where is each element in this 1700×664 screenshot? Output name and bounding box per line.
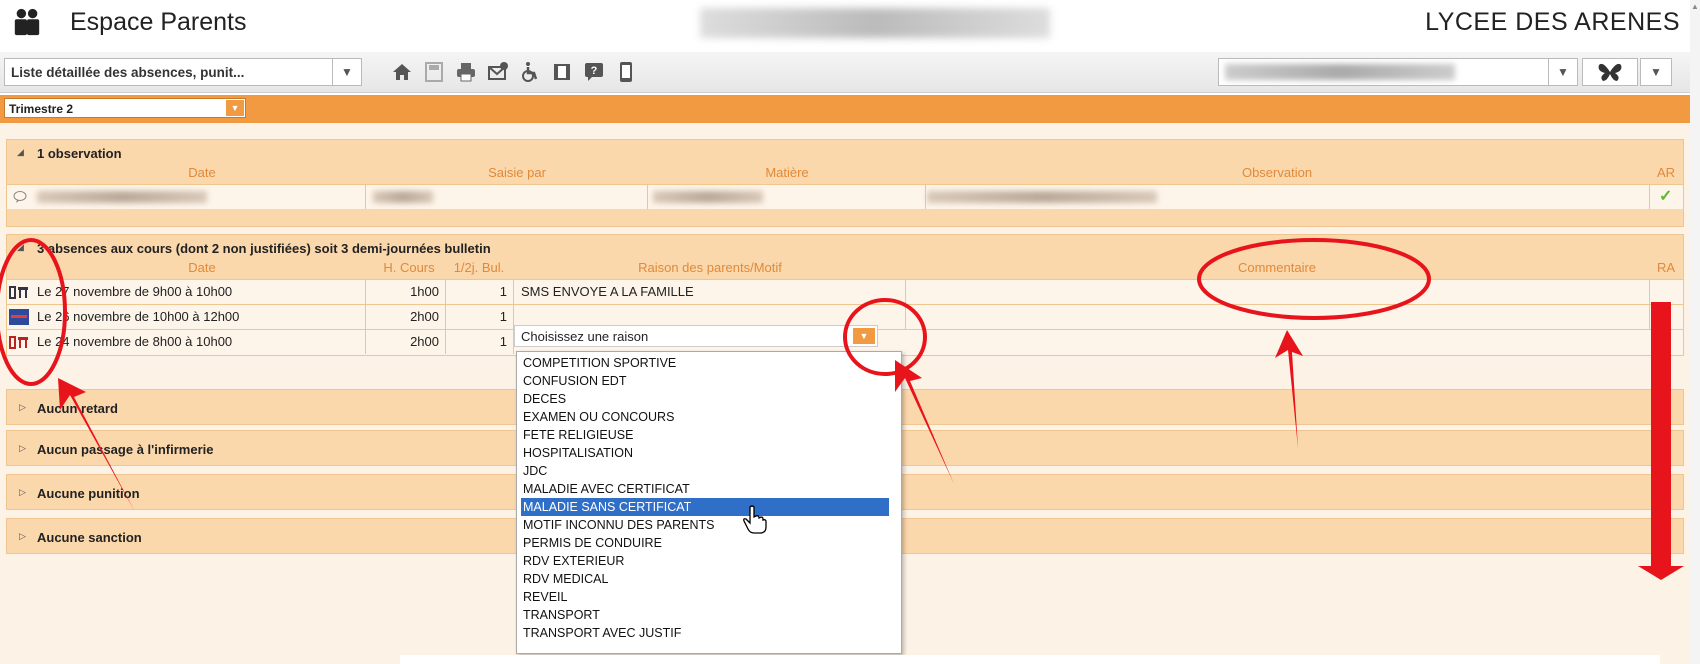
user-select[interactable]: ▼ (1218, 58, 1578, 86)
collapse-arrow-icon[interactable]: ◢ (17, 147, 24, 158)
parents-icon (14, 8, 40, 36)
expand-arrow-icon[interactable]: ▷ (19, 443, 26, 454)
reason-select-label: Choisissez une raison (521, 329, 649, 344)
app-title: Espace Parents (70, 8, 247, 36)
reason-dropdown-list[interactable]: COMPETITION SPORTIVE CONFUSION EDT DECES… (516, 351, 902, 654)
observation-author-blurred (373, 191, 433, 203)
chevron-down-icon[interactable]: ▼ (853, 328, 875, 344)
comment-icon (13, 185, 27, 209)
svg-text:?: ? (591, 65, 598, 77)
observations-section: ◢ 1 observation Date Saisie par Matière … (6, 139, 1684, 227)
absence-date: Le 26 novembre de 10h00 à 12h00 (37, 309, 240, 324)
collapse-arrow-icon[interactable]: ◢ (17, 242, 24, 253)
header-commentaire[interactable]: Commentaire (907, 257, 1647, 279)
absence-half-days: 1 (499, 334, 507, 349)
chevron-down-icon[interactable]: ▼ (226, 100, 244, 116)
absence-half-days: 1 (499, 309, 507, 324)
table-row[interactable]: ✓ (7, 184, 1683, 209)
reason-option[interactable]: MALADIE AVEC CERTIFICAT (521, 480, 889, 498)
help-icon[interactable]: ? (580, 58, 608, 86)
reason-option[interactable]: MOTIF INCONNU DES PARENTS (521, 516, 889, 534)
period-select-label: Trimestre 2 (9, 102, 74, 116)
reason-option[interactable]: EXAMEN OU CONCOURS (521, 408, 889, 426)
chevron-down-icon[interactable]: ▼ (1548, 59, 1577, 85)
expand-arrow-icon[interactable]: ▷ (19, 487, 26, 498)
section-title[interactable]: Aucun retard (37, 401, 118, 416)
reason-option[interactable]: COMPETITION SPORTIVE (521, 354, 889, 372)
chevron-down-icon[interactable]: ▼ (332, 59, 361, 85)
section-title[interactable]: Aucune sanction (37, 530, 142, 545)
mobile-icon[interactable] (612, 58, 640, 86)
header-date[interactable]: Date (37, 162, 367, 184)
header-observation[interactable]: Observation (927, 162, 1627, 184)
observations-title[interactable]: 1 observation (37, 146, 122, 161)
absence-half-days: 1 (499, 284, 507, 299)
page-select[interactable]: Liste détaillée des absences, punit... ▼ (4, 58, 362, 86)
absence-hours: 1h00 (410, 284, 439, 299)
print-icon[interactable] (452, 58, 480, 86)
top-bar: Espace Parents LYCEE DES ARENES (0, 0, 1700, 50)
header-matiere[interactable]: Matière (647, 162, 927, 184)
expand-arrow-icon[interactable]: ▷ (19, 402, 26, 413)
scroll-up-icon[interactable]: ▲ (1691, 2, 1699, 12)
period-select[interactable]: Trimestre 2 ▼ (4, 98, 246, 118)
header-raison[interactable]: Raison des parents/Motif (515, 257, 905, 279)
page-scrollbar[interactable]: ▲ (1690, 0, 1700, 664)
header-demi-journees[interactable]: 1/2j. Bul. (447, 257, 511, 279)
accessibility-icon[interactable] (516, 58, 544, 86)
reason-option[interactable]: RDV MEDICAL (521, 570, 889, 588)
absence-hours: 2h00 (410, 309, 439, 324)
period-bar (0, 95, 1690, 123)
header-saisie-par[interactable]: Saisie par (427, 162, 607, 184)
reason-option[interactable]: REVEIL (521, 588, 889, 606)
email-icon[interactable] (484, 58, 512, 86)
reason-option[interactable]: HOSPITALISATION (521, 444, 889, 462)
section-title[interactable]: Aucune punition (37, 486, 140, 501)
absences-title[interactable]: 3 absences aux cours (dont 2 non justifi… (37, 241, 491, 256)
table-row[interactable]: Le 27 novembre de 9h00 à 10h00 1h00 1 SM… (7, 279, 1683, 304)
home-icon[interactable] (388, 58, 416, 86)
observation-text-blurred (927, 191, 1157, 203)
reason-option[interactable]: RDV EXTERIEUR (521, 552, 889, 570)
student-name-blurred (700, 8, 1050, 38)
section-title[interactable]: Aucun passage à l'infirmerie (37, 442, 213, 457)
reason-option[interactable]: JDC (521, 462, 889, 480)
header-ra[interactable]: RA (1651, 257, 1681, 279)
chevron-down-icon[interactable]: ▼ (1640, 58, 1672, 86)
acknowledged-check-icon: ✓ (1659, 188, 1673, 205)
reason-option[interactable]: PERMIS DE CONDUIRE (521, 534, 889, 552)
reason-option-highlighted[interactable]: MALADIE SANS CERTIFICAT (521, 498, 889, 516)
reason-option[interactable]: CONFUSION EDT (521, 372, 889, 390)
absence-date: Le 27 novembre de 9h00 à 10h00 (37, 284, 233, 299)
school-name: LYCEE DES ARENES (1425, 8, 1680, 36)
observation-date-blurred (37, 191, 207, 203)
observation-subject-blurred (653, 191, 763, 203)
header-date[interactable]: Date (37, 257, 367, 279)
user-name-blurred (1225, 64, 1455, 80)
reason-select[interactable]: Choisissez une raison ▼ (514, 325, 878, 347)
reason-option[interactable]: TRANSPORT (521, 606, 889, 624)
absence-hours: 2h00 (410, 334, 439, 349)
header-ar[interactable]: AR (1651, 162, 1681, 184)
absence-reason: SMS ENVOYE A LA FAMILLE (521, 284, 694, 299)
header-h-cours[interactable]: H. Cours (375, 257, 443, 279)
classroom-red-icon (9, 330, 29, 354)
butterfly-icon[interactable] (1582, 58, 1638, 86)
film-icon[interactable] (548, 58, 576, 86)
classroom-selected-icon (9, 305, 29, 329)
footer-area (400, 655, 1660, 664)
expand-arrow-icon[interactable]: ▷ (19, 531, 26, 542)
save-icon[interactable] (420, 58, 448, 86)
reason-option[interactable]: DECES (521, 390, 889, 408)
absence-date: Le 24 novembre de 8h00 à 10h00 (37, 334, 233, 349)
reason-option[interactable]: TRANSPORT AVEC JUSTIF (521, 624, 889, 642)
reason-option[interactable]: FETE RELIGIEUSE (521, 426, 889, 444)
classroom-icon (9, 280, 29, 304)
page-select-label: Liste détaillée des absences, punit... (11, 65, 245, 80)
